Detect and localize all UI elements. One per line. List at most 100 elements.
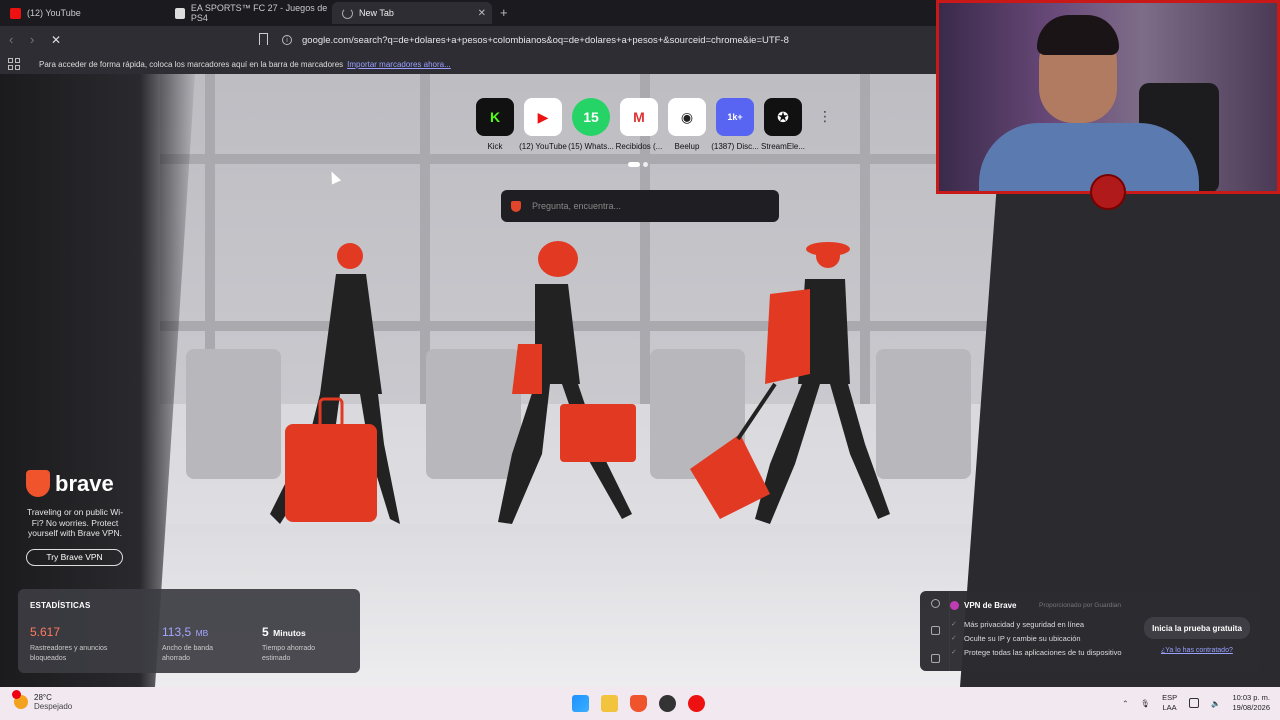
stat-unit: MB (195, 628, 209, 638)
search-box[interactable]: Pregunta, encuentra... (501, 190, 779, 222)
top-site-whatsapp[interactable]: 15 (15) Whats... (568, 98, 614, 151)
top-sites: K Kick ▶ (12) YouTube 15 (15) Whats... M… (476, 98, 806, 151)
top-site-streamelements[interactable]: ✪ StreamEle... (761, 98, 806, 151)
start-free-trial-button[interactable]: Inicia la prueba gratuita (1144, 617, 1250, 639)
close-icon[interactable]: ✕ (478, 8, 486, 19)
youtube-icon (10, 7, 21, 19)
webcam-person-hair (1037, 15, 1119, 55)
back-button[interactable]: ‹ (9, 32, 13, 47)
network-icon[interactable] (1189, 698, 1200, 708)
windows-start-icon[interactable] (572, 695, 589, 712)
chevron-up-icon[interactable]: ⌃ (1122, 699, 1128, 708)
top-sites-pager[interactable] (628, 162, 648, 167)
whatsapp-icon: 15 (572, 98, 610, 136)
stop-loading-button[interactable]: ✕ (51, 33, 61, 47)
more-options-icon[interactable]: ⋮ (818, 108, 832, 125)
stat-time: 5 Minutos Tiempo ahorrado estimado (262, 623, 332, 664)
taskbar: 28°C Despejado ⌃ 🎙 ESP LAA 🔈 10:03 p. m.… (0, 687, 1280, 720)
import-bookmarks-link[interactable]: Importar marcadores ahora... (347, 60, 451, 69)
top-site-label: Beelup (674, 142, 700, 151)
stat-trackers: 5.617 Rastreadores y anuncios bloqueados (30, 623, 130, 664)
microphone-icon[interactable]: 🎙 (1141, 699, 1151, 708)
stat-value: 5 (262, 625, 269, 639)
tab-label: EA SPORTS™ FC 27 - Juegos de PS4 (190, 3, 328, 23)
address-bar[interactable]: i google.com/search?q=de+dolares+a+pesos… (282, 29, 932, 51)
top-site-label: (12) YouTube (519, 142, 567, 151)
tab-youtube[interactable]: (12) YouTube (0, 2, 165, 24)
try-brave-vpn-button[interactable]: Try Brave VPN (26, 548, 123, 566)
top-site-label: StreamEle... (761, 142, 806, 151)
ea-icon (175, 7, 185, 19)
url-text: google.com/search?q=de+dolares+a+pesos+c… (302, 34, 789, 46)
vpn-logo-icon (950, 601, 959, 610)
vpn-title: VPN de Brave (950, 601, 1016, 610)
card-icon[interactable] (931, 654, 940, 663)
top-site-label: Recibidos (... (615, 142, 663, 151)
volume-icon[interactable]: 🔈 (1211, 699, 1220, 708)
forward-button[interactable]: › (30, 32, 34, 47)
new-tab-button[interactable]: + (500, 5, 508, 20)
weather-sun-icon (12, 690, 28, 709)
brave-browser-icon[interactable] (630, 695, 647, 712)
webcam-overlay (936, 0, 1280, 194)
background-rail (160, 154, 1000, 164)
vpn-feature: Protege todas las aplicaciones de tu dis… (951, 648, 1122, 657)
brave-lion-icon (26, 470, 50, 497)
stats-title: ESTADÍSTICAS (30, 601, 91, 610)
stat-desc: Tiempo ahorrado estimado (262, 645, 316, 662)
top-site-beelup[interactable]: ◉ Beelup (668, 98, 706, 151)
vpn-powered-by: Proporcionado por Guardian (1039, 602, 1122, 609)
tab-ea-sports[interactable]: EA SPORTS™ FC 27 - Juegos de PS4 (165, 2, 330, 24)
language-indicator[interactable]: ESP LAA (1162, 693, 1177, 713)
taskbar-apps (572, 695, 705, 712)
weather-widget[interactable]: 28°C Despejado (12, 690, 73, 711)
bookmarks-hint: Para acceder de forma rápida, coloca los… (39, 59, 344, 69)
triangle-icon[interactable] (931, 626, 940, 635)
top-site-youtube[interactable]: ▶ (12) YouTube (519, 98, 567, 151)
site-info-icon[interactable]: i (282, 35, 292, 45)
brave-wordmark: brave (55, 470, 114, 496)
brave-logo: brave (26, 470, 126, 497)
top-site-gmail[interactable]: M Recibidos (... (616, 98, 662, 151)
vpn-shield-icon[interactable] (931, 599, 940, 608)
streamer-logo (1090, 174, 1126, 210)
vpn-widget: VPN de Brave Proporcionado por Guardian … (920, 591, 1260, 671)
app-icon[interactable] (688, 695, 705, 712)
stats-widget: ESTADÍSTICAS 5.617 Rastreadores y anunci… (18, 589, 360, 673)
tab-label: (12) YouTube (27, 8, 81, 18)
discord-icon: 1k+ (716, 98, 754, 136)
stat-desc: Ancho de banda ahorrado (162, 645, 213, 662)
already-subscribed-link[interactable]: ¿Ya lo has contratado? (1161, 647, 1233, 654)
weather-condition: Despejado (34, 702, 73, 711)
search-placeholder: Pregunta, encuentra... (532, 201, 622, 211)
youtube-icon: ▶ (524, 98, 562, 136)
stat-value: 113,5 (162, 625, 192, 639)
file-explorer-icon[interactable] (601, 695, 618, 712)
stat-value: 5.617 (30, 625, 61, 639)
streamelements-icon: ✪ (764, 98, 802, 136)
stat-bandwidth: 113,5 MB Ancho de banda ahorrado (162, 623, 242, 664)
top-site-label: Kick (487, 142, 503, 151)
loading-icon (342, 7, 353, 19)
temperature: 28°C (34, 693, 52, 702)
bookmark-icon[interactable] (259, 33, 268, 45)
clock[interactable]: 10:03 p. m. 19/08/2026 (1232, 693, 1270, 713)
top-site-kick[interactable]: K Kick (476, 98, 514, 151)
vpn-feature: Más privacidad y seguridad en línea (951, 620, 1084, 629)
travelers-illustration (270, 241, 890, 524)
gmail-icon: M (620, 98, 658, 136)
vpn-feature: Oculte su IP y cambie su ubicación (951, 634, 1081, 643)
tab-new-tab[interactable]: New Tab ✕ (332, 2, 492, 24)
top-site-discord[interactable]: 1k+ (1387) Disc... (711, 98, 759, 151)
obs-icon[interactable] (659, 695, 676, 712)
system-tray: ⌃ 🎙 ESP LAA 🔈 10:03 p. m. 19/08/2026 (1122, 693, 1270, 713)
stat-desc: Rastreadores y anuncios bloqueados (30, 645, 108, 662)
brave-vpn-promo: brave Traveling or on public Wi-Fi? No w… (26, 470, 126, 566)
tab-label: New Tab (359, 8, 394, 18)
kick-icon: K (476, 98, 514, 136)
apps-grid-icon[interactable] (8, 58, 20, 70)
promo-text: Traveling or on public Wi-Fi? No worries… (26, 507, 124, 538)
webcam-person-shirt (979, 123, 1199, 191)
brave-lion-icon (511, 200, 521, 212)
stat-unit: Minutos (273, 628, 306, 638)
